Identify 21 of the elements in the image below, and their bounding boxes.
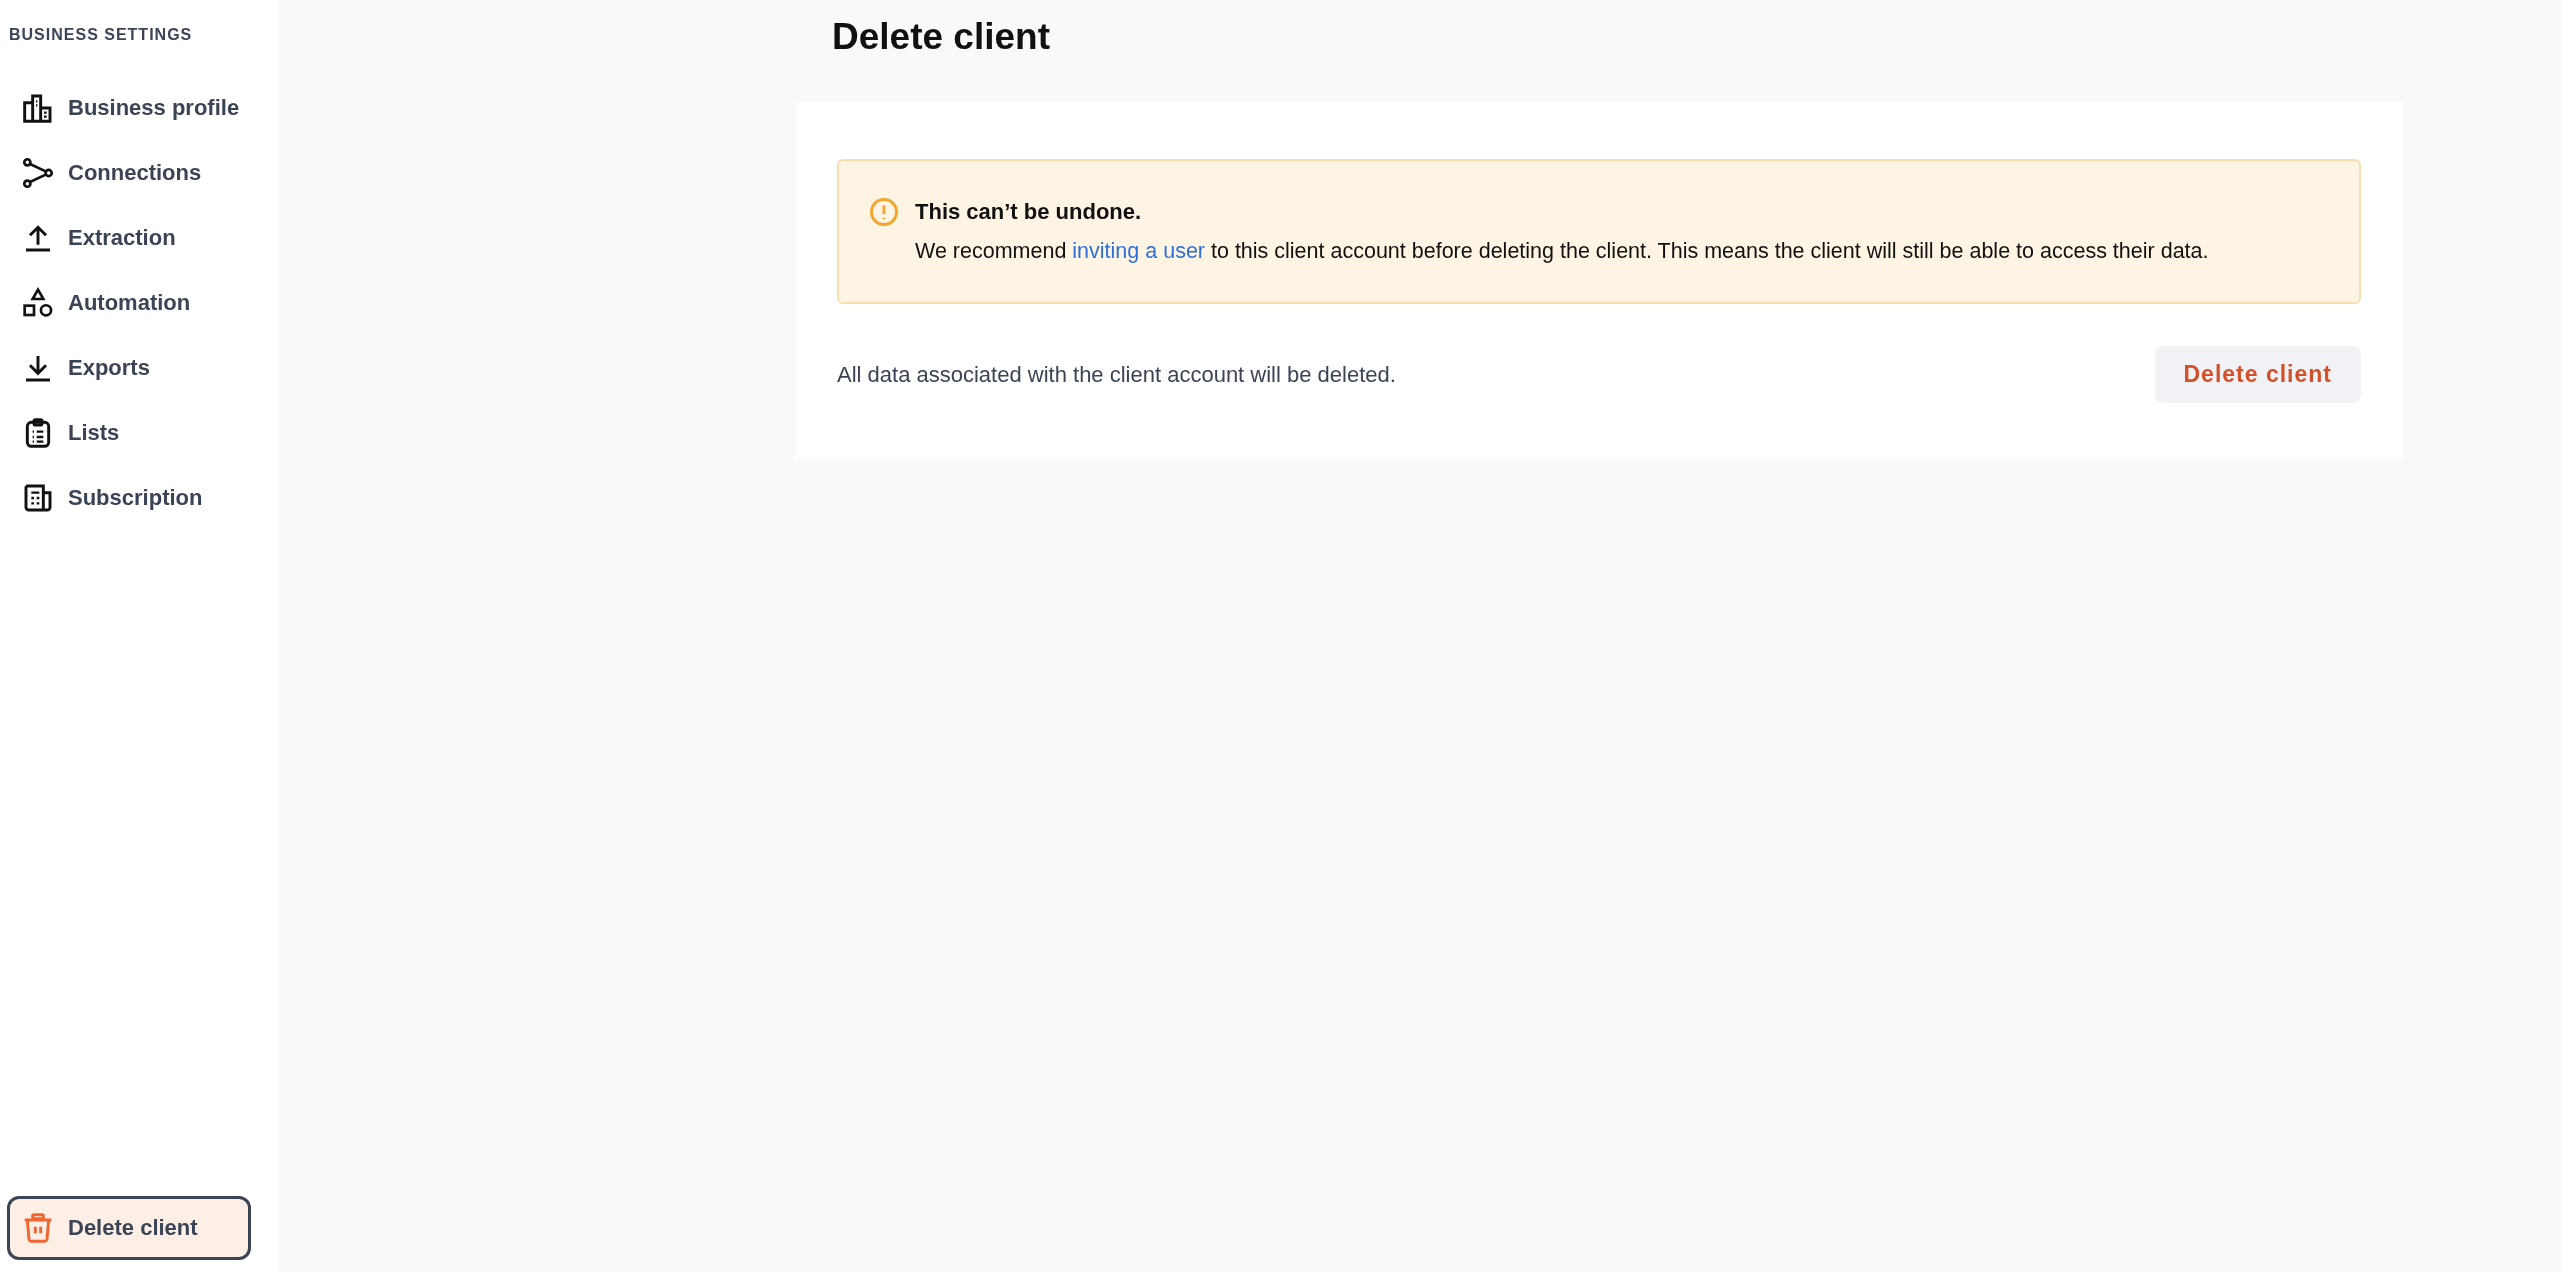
sidebar-item[interactable]: Delete client [7, 1196, 251, 1260]
sidebar-item[interactable]: Exports [7, 344, 271, 392]
sidebar-item[interactable]: Automation [7, 279, 271, 327]
sidebar-item[interactable]: Subscription [7, 474, 271, 522]
sidebar-item[interactable]: Lists [7, 409, 271, 457]
sidebar-heading: BUSINESS SETTINGS [8, 26, 194, 44]
shapes-icon [22, 287, 54, 319]
basket-icon [22, 1212, 54, 1244]
warning-icon [869, 197, 899, 227]
warning-title: This can’t be undone. [915, 199, 1143, 225]
page-title: Delete client [832, 16, 1051, 58]
delete-client-button[interactable]: Delete client [2154, 346, 2361, 403]
warning-message: We recommend inviting a user to this client account before deleting the client. This means the client will still be able to access their data. [915, 239, 2209, 264]
invite-user-link[interactable]: inviting a user [1072, 239, 1205, 263]
sidebar-item[interactable]: Connections [7, 149, 271, 197]
buildings-icon [22, 92, 54, 124]
sidebar-item[interactable]: Business profile [7, 84, 271, 132]
newspaper-icon [22, 482, 54, 514]
sidebar-item[interactable]: Extraction [7, 214, 271, 262]
description-text: All data associated with the client account will be deleted. [837, 361, 1396, 388]
connections-icon [22, 157, 54, 189]
